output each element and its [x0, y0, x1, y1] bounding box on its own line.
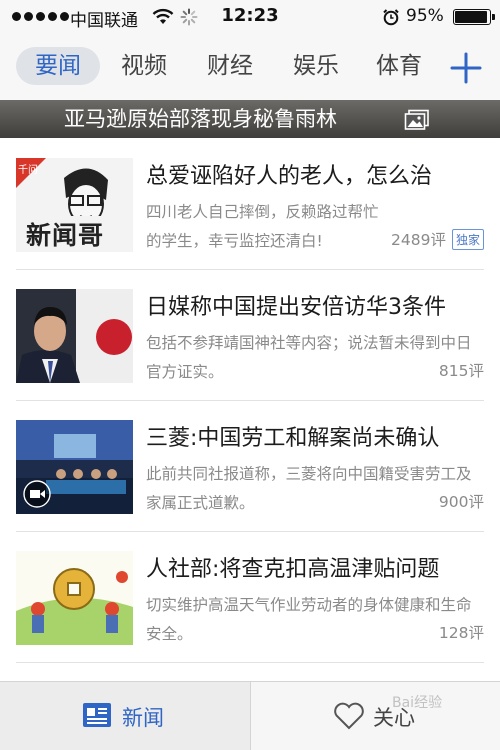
news-thumbnail: [16, 289, 133, 383]
bottom-tab-news-label: 新闻: [122, 706, 164, 730]
divider: [16, 662, 484, 663]
banner-title: 亚马逊原始部落现身秘鲁雨林: [64, 107, 337, 131]
divider: [16, 400, 484, 401]
news-headline: 三菱:中国劳工和解案尚未确认: [146, 426, 440, 451]
news-summary: 切实维护高温天气作业劳动者的身体健康和生命安全。: [146, 596, 472, 643]
alarm-icon: [383, 9, 399, 26]
thumbnail-badge: 千问: [18, 165, 38, 176]
exclusive-tag: 独家: [451, 228, 484, 250]
channel-tabs: 要闻 视频 财经 娱乐 体育: [0, 34, 500, 100]
news-meta: 128评: [439, 621, 484, 643]
comment-count: 2489评: [391, 231, 446, 249]
news-item[interactable]: 三菱:中国劳工和解案尚未确认 此前共同社报道称，三菱将向中国籍受害劳工及家属正式…: [0, 402, 500, 532]
tab-entertainment[interactable]: 娱乐: [276, 47, 356, 85]
news-thumbnail: [16, 551, 133, 645]
heart-icon: [334, 702, 364, 730]
news-item[interactable]: 人社部:将查克扣高温津贴问题 切实维护高温天气作业劳动者的身体健康和生命安全。 …: [0, 533, 500, 663]
cartoon-illustration: [16, 551, 133, 645]
plus-icon[interactable]: [446, 48, 486, 88]
news-icon: [83, 703, 111, 727]
featured-banner[interactable]: 亚马逊原始部落现身秘鲁雨林: [0, 100, 500, 138]
news-meta: 2489评 独家: [391, 228, 484, 250]
divider: [16, 531, 484, 532]
thumbnail-caption: 新闻哥: [26, 221, 105, 250]
video-camera-icon: [23, 480, 51, 508]
news-thumbnail: [16, 420, 133, 514]
bottom-tab-follow[interactable]: 关心: [250, 682, 500, 750]
news-meta: 900评: [439, 490, 484, 512]
battery-percent: 95%: [406, 6, 444, 26]
comment-count: 128评: [438, 624, 484, 642]
news-summary: 包括不参拜靖国神社等内容；说法暂未得到中日官方证实。: [146, 334, 472, 381]
news-meta: 815评: [439, 359, 484, 381]
tab-sports[interactable]: 体育: [362, 47, 436, 85]
watermark: Bai经验: [392, 695, 443, 711]
tab-finance[interactable]: 财经: [190, 47, 270, 85]
news-headline: 日媒称中国提出安倍访华3条件: [146, 295, 446, 320]
bottom-tab-news[interactable]: 新闻: [0, 682, 250, 750]
news-item[interactable]: 日媒称中国提出安倍访华3条件 包括不参拜靖国神社等内容；说法暂未得到中日官方证实…: [0, 271, 500, 401]
battery-icon: [453, 9, 495, 25]
news-summary: 四川老人自己摔倒，反赖路过帮忙的学生，幸亏监控还清白!: [146, 203, 379, 250]
tab-headlines[interactable]: 要闻: [16, 47, 100, 85]
news-headline: 总爱诬陷好人的老人，怎么治: [146, 164, 433, 189]
tab-video[interactable]: 视频: [104, 47, 184, 85]
news-headline: 人社部:将查克扣高温津贴问题: [146, 557, 440, 582]
comment-count: 900评: [438, 493, 484, 511]
news-summary: 此前共同社报道称，三菱将向中国籍受害劳工及家属正式道歉。: [146, 465, 472, 512]
comment-count: 815评: [438, 362, 484, 380]
divider: [16, 269, 484, 270]
news-thumbnail: 千问 新闻哥: [16, 158, 133, 252]
status-bar: 中国联通 12:23 95%: [0, 0, 500, 34]
gallery-icon: [404, 109, 429, 130]
politician-photo: [16, 289, 133, 383]
news-item[interactable]: 千问 新闻哥 总爱诬陷好人的老人，怎么治 四川老人自己摔倒，反赖路过帮忙的学生，…: [0, 140, 500, 270]
